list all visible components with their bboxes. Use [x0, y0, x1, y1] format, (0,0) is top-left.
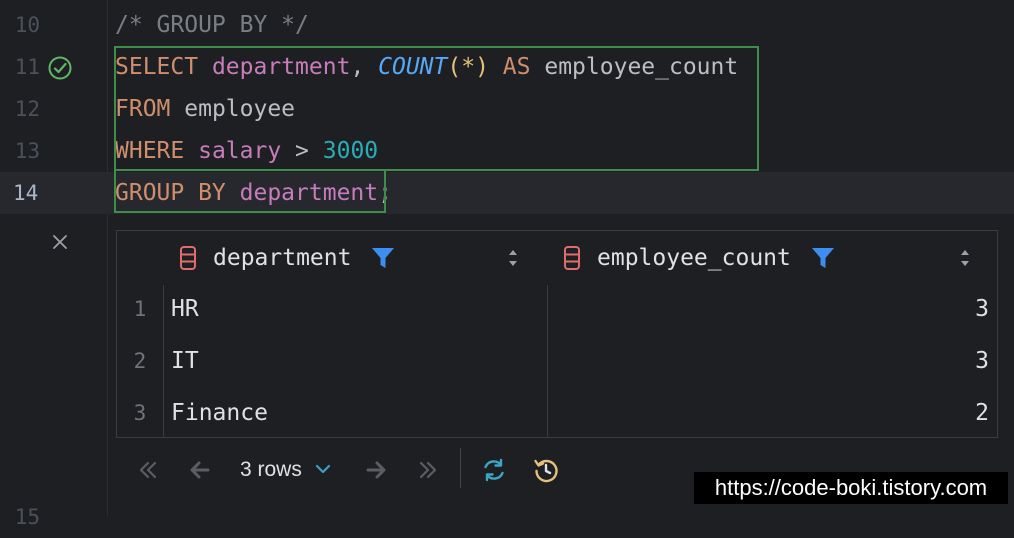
chevron-down-icon	[315, 464, 330, 474]
cell-department[interactable]: HR	[171, 283, 199, 335]
cell-employee-count[interactable]: 3	[975, 335, 989, 387]
previous-page-icon[interactable]	[186, 456, 214, 484]
editor-gutter: 10 11 12 13 14 15	[0, 0, 108, 529]
rows-count-label: 3 rows	[240, 458, 302, 481]
results-toolbar: 3 rows	[116, 440, 716, 502]
close-icon[interactable]	[49, 231, 71, 253]
first-page-icon[interactable]	[134, 456, 162, 484]
history-icon[interactable]	[532, 456, 560, 484]
row-number: 1	[133, 297, 147, 321]
watermark: https://code-boki.tistory.com	[694, 472, 1008, 504]
column-header-department[interactable]: department	[179, 231, 395, 285]
comment: /* GROUP BY */	[115, 12, 309, 38]
column-icon	[564, 246, 580, 270]
line-number: 13	[14, 139, 40, 163]
rows-count-dropdown[interactable]: 3 rows	[240, 454, 332, 486]
sort-icon[interactable]	[958, 245, 972, 271]
cell-employee-count[interactable]: 2	[975, 387, 989, 439]
line-number: 12	[14, 97, 40, 121]
line-number: 11	[14, 55, 40, 79]
line-number: 10	[14, 13, 40, 37]
results-grid[interactable]: department employee_count 1 HR 3 2 IT 3 …	[116, 230, 998, 438]
column-header-employee-count[interactable]: employee_count	[563, 231, 835, 285]
column-divider	[547, 285, 548, 437]
row-number: 3	[133, 401, 147, 425]
row-number-divider	[163, 285, 164, 437]
filter-icon[interactable]	[371, 246, 395, 270]
column-header-label: employee_count	[597, 245, 791, 271]
cell-department[interactable]: IT	[171, 335, 199, 387]
row-number: 2	[133, 349, 147, 373]
last-page-icon[interactable]	[414, 456, 442, 484]
code-line[interactable]: /* GROUP BY */	[108, 4, 1014, 46]
toolbar-separator	[460, 448, 461, 488]
line-number-current: 14	[0, 172, 108, 214]
grid-header: department employee_count	[117, 231, 997, 285]
column-icon	[180, 246, 196, 270]
refresh-icon[interactable]	[480, 456, 508, 484]
cell-employee-count[interactable]: 3	[975, 283, 989, 335]
statement-highlight	[114, 46, 759, 171]
sort-icon[interactable]	[506, 245, 520, 271]
cell-department[interactable]: Finance	[171, 387, 268, 439]
statement-highlight	[114, 169, 386, 213]
next-page-icon[interactable]	[362, 456, 390, 484]
check-circle-icon[interactable]	[47, 55, 73, 81]
filter-icon[interactable]	[811, 246, 835, 270]
column-header-label: department	[213, 245, 352, 271]
line-number: 15	[14, 505, 40, 529]
